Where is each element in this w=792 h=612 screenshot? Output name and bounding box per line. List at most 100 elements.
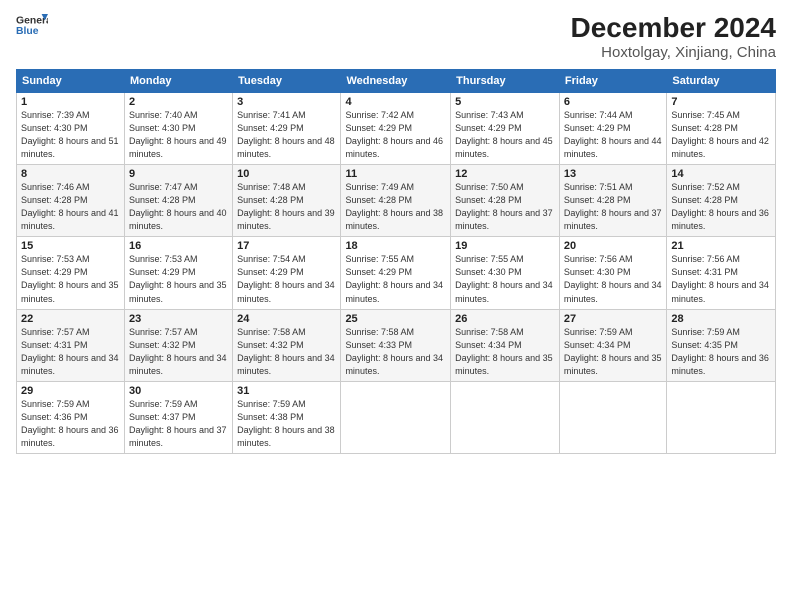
table-row: 5 Sunrise: 7:43 AMSunset: 4:29 PMDayligh…	[451, 93, 560, 165]
table-row	[451, 381, 560, 453]
day-detail: Sunrise: 7:56 AMSunset: 4:31 PMDaylight:…	[671, 253, 771, 305]
day-detail: Sunrise: 7:43 AMSunset: 4:29 PMDaylight:…	[455, 109, 555, 161]
day-detail: Sunrise: 7:54 AMSunset: 4:29 PMDaylight:…	[237, 253, 336, 305]
col-saturday: Saturday	[667, 70, 776, 93]
header: General Blue December 2024 Hoxtolgay, Xi…	[16, 12, 776, 61]
table-row: 8 Sunrise: 7:46 AMSunset: 4:28 PMDayligh…	[17, 165, 125, 237]
day-number: 14	[671, 168, 771, 180]
day-detail: Sunrise: 7:58 AMSunset: 4:32 PMDaylight:…	[237, 326, 336, 378]
table-row: 17 Sunrise: 7:54 AMSunset: 4:29 PMDaylig…	[233, 237, 341, 309]
day-number: 27	[564, 313, 662, 325]
day-detail: Sunrise: 7:51 AMSunset: 4:28 PMDaylight:…	[564, 181, 662, 233]
calendar-week-row: 22 Sunrise: 7:57 AMSunset: 4:31 PMDaylig…	[17, 309, 776, 381]
table-row: 30 Sunrise: 7:59 AMSunset: 4:37 PMDaylig…	[124, 381, 232, 453]
table-row: 1 Sunrise: 7:39 AMSunset: 4:30 PMDayligh…	[17, 93, 125, 165]
day-number: 10	[237, 168, 336, 180]
day-detail: Sunrise: 7:45 AMSunset: 4:28 PMDaylight:…	[671, 109, 771, 161]
day-detail: Sunrise: 7:53 AMSunset: 4:29 PMDaylight:…	[129, 253, 228, 305]
logo: General Blue	[16, 12, 48, 40]
table-row	[667, 381, 776, 453]
day-number: 4	[345, 96, 446, 108]
table-row: 25 Sunrise: 7:58 AMSunset: 4:33 PMDaylig…	[341, 309, 451, 381]
table-row: 13 Sunrise: 7:51 AMSunset: 4:28 PMDaylig…	[559, 165, 666, 237]
day-number: 22	[21, 313, 120, 325]
day-detail: Sunrise: 7:42 AMSunset: 4:29 PMDaylight:…	[345, 109, 446, 161]
table-row: 3 Sunrise: 7:41 AMSunset: 4:29 PMDayligh…	[233, 93, 341, 165]
table-row: 23 Sunrise: 7:57 AMSunset: 4:32 PMDaylig…	[124, 309, 232, 381]
title-block: December 2024 Hoxtolgay, Xinjiang, China	[571, 12, 776, 61]
day-number: 30	[129, 385, 228, 397]
table-row: 29 Sunrise: 7:59 AMSunset: 4:36 PMDaylig…	[17, 381, 125, 453]
day-detail: Sunrise: 7:47 AMSunset: 4:28 PMDaylight:…	[129, 181, 228, 233]
day-number: 24	[237, 313, 336, 325]
day-detail: Sunrise: 7:55 AMSunset: 4:29 PMDaylight:…	[345, 253, 446, 305]
table-row: 27 Sunrise: 7:59 AMSunset: 4:34 PMDaylig…	[559, 309, 666, 381]
table-row	[341, 381, 451, 453]
day-number: 31	[237, 385, 336, 397]
day-number: 18	[345, 240, 446, 252]
day-detail: Sunrise: 7:59 AMSunset: 4:35 PMDaylight:…	[671, 326, 771, 378]
day-detail: Sunrise: 7:44 AMSunset: 4:29 PMDaylight:…	[564, 109, 662, 161]
day-number: 25	[345, 313, 446, 325]
day-detail: Sunrise: 7:59 AMSunset: 4:36 PMDaylight:…	[21, 398, 120, 450]
table-row: 15 Sunrise: 7:53 AMSunset: 4:29 PMDaylig…	[17, 237, 125, 309]
col-friday: Friday	[559, 70, 666, 93]
day-detail: Sunrise: 7:49 AMSunset: 4:28 PMDaylight:…	[345, 181, 446, 233]
day-number: 21	[671, 240, 771, 252]
logo-icon: General Blue	[16, 12, 48, 40]
day-detail: Sunrise: 7:53 AMSunset: 4:29 PMDaylight:…	[21, 253, 120, 305]
table-row: 12 Sunrise: 7:50 AMSunset: 4:28 PMDaylig…	[451, 165, 560, 237]
svg-text:General: General	[16, 16, 48, 27]
calendar-week-row: 1 Sunrise: 7:39 AMSunset: 4:30 PMDayligh…	[17, 93, 776, 165]
day-detail: Sunrise: 7:39 AMSunset: 4:30 PMDaylight:…	[21, 109, 120, 161]
day-detail: Sunrise: 7:57 AMSunset: 4:32 PMDaylight:…	[129, 326, 228, 378]
calendar-week-row: 15 Sunrise: 7:53 AMSunset: 4:29 PMDaylig…	[17, 237, 776, 309]
col-monday: Monday	[124, 70, 232, 93]
day-number: 1	[21, 96, 120, 108]
day-detail: Sunrise: 7:57 AMSunset: 4:31 PMDaylight:…	[21, 326, 120, 378]
table-row: 24 Sunrise: 7:58 AMSunset: 4:32 PMDaylig…	[233, 309, 341, 381]
day-number: 29	[21, 385, 120, 397]
day-detail: Sunrise: 7:52 AMSunset: 4:28 PMDaylight:…	[671, 181, 771, 233]
day-detail: Sunrise: 7:59 AMSunset: 4:38 PMDaylight:…	[237, 398, 336, 450]
day-detail: Sunrise: 7:41 AMSunset: 4:29 PMDaylight:…	[237, 109, 336, 161]
table-row: 20 Sunrise: 7:56 AMSunset: 4:30 PMDaylig…	[559, 237, 666, 309]
day-number: 28	[671, 313, 771, 325]
col-thursday: Thursday	[451, 70, 560, 93]
day-number: 26	[455, 313, 555, 325]
table-row: 6 Sunrise: 7:44 AMSunset: 4:29 PMDayligh…	[559, 93, 666, 165]
day-number: 13	[564, 168, 662, 180]
calendar-header-row: Sunday Monday Tuesday Wednesday Thursday…	[17, 70, 776, 93]
table-row: 28 Sunrise: 7:59 AMSunset: 4:35 PMDaylig…	[667, 309, 776, 381]
table-row: 11 Sunrise: 7:49 AMSunset: 4:28 PMDaylig…	[341, 165, 451, 237]
table-row: 16 Sunrise: 7:53 AMSunset: 4:29 PMDaylig…	[124, 237, 232, 309]
day-number: 20	[564, 240, 662, 252]
subtitle: Hoxtolgay, Xinjiang, China	[571, 44, 776, 61]
day-number: 5	[455, 96, 555, 108]
day-detail: Sunrise: 7:40 AMSunset: 4:30 PMDaylight:…	[129, 109, 228, 161]
table-row: 9 Sunrise: 7:47 AMSunset: 4:28 PMDayligh…	[124, 165, 232, 237]
table-row: 10 Sunrise: 7:48 AMSunset: 4:28 PMDaylig…	[233, 165, 341, 237]
day-detail: Sunrise: 7:58 AMSunset: 4:33 PMDaylight:…	[345, 326, 446, 378]
calendar-week-row: 8 Sunrise: 7:46 AMSunset: 4:28 PMDayligh…	[17, 165, 776, 237]
day-detail: Sunrise: 7:46 AMSunset: 4:28 PMDaylight:…	[21, 181, 120, 233]
day-detail: Sunrise: 7:59 AMSunset: 4:37 PMDaylight:…	[129, 398, 228, 450]
day-number: 7	[671, 96, 771, 108]
table-row: 2 Sunrise: 7:40 AMSunset: 4:30 PMDayligh…	[124, 93, 232, 165]
table-row: 7 Sunrise: 7:45 AMSunset: 4:28 PMDayligh…	[667, 93, 776, 165]
day-number: 23	[129, 313, 228, 325]
day-number: 17	[237, 240, 336, 252]
table-row: 18 Sunrise: 7:55 AMSunset: 4:29 PMDaylig…	[341, 237, 451, 309]
table-row: 22 Sunrise: 7:57 AMSunset: 4:31 PMDaylig…	[17, 309, 125, 381]
day-number: 9	[129, 168, 228, 180]
table-row: 19 Sunrise: 7:55 AMSunset: 4:30 PMDaylig…	[451, 237, 560, 309]
table-row: 14 Sunrise: 7:52 AMSunset: 4:28 PMDaylig…	[667, 165, 776, 237]
calendar-week-row: 29 Sunrise: 7:59 AMSunset: 4:36 PMDaylig…	[17, 381, 776, 453]
calendar-table: Sunday Monday Tuesday Wednesday Thursday…	[16, 69, 776, 454]
table-row	[559, 381, 666, 453]
day-detail: Sunrise: 7:48 AMSunset: 4:28 PMDaylight:…	[237, 181, 336, 233]
table-row: 21 Sunrise: 7:56 AMSunset: 4:31 PMDaylig…	[667, 237, 776, 309]
day-detail: Sunrise: 7:50 AMSunset: 4:28 PMDaylight:…	[455, 181, 555, 233]
day-number: 11	[345, 168, 446, 180]
day-detail: Sunrise: 7:58 AMSunset: 4:34 PMDaylight:…	[455, 326, 555, 378]
